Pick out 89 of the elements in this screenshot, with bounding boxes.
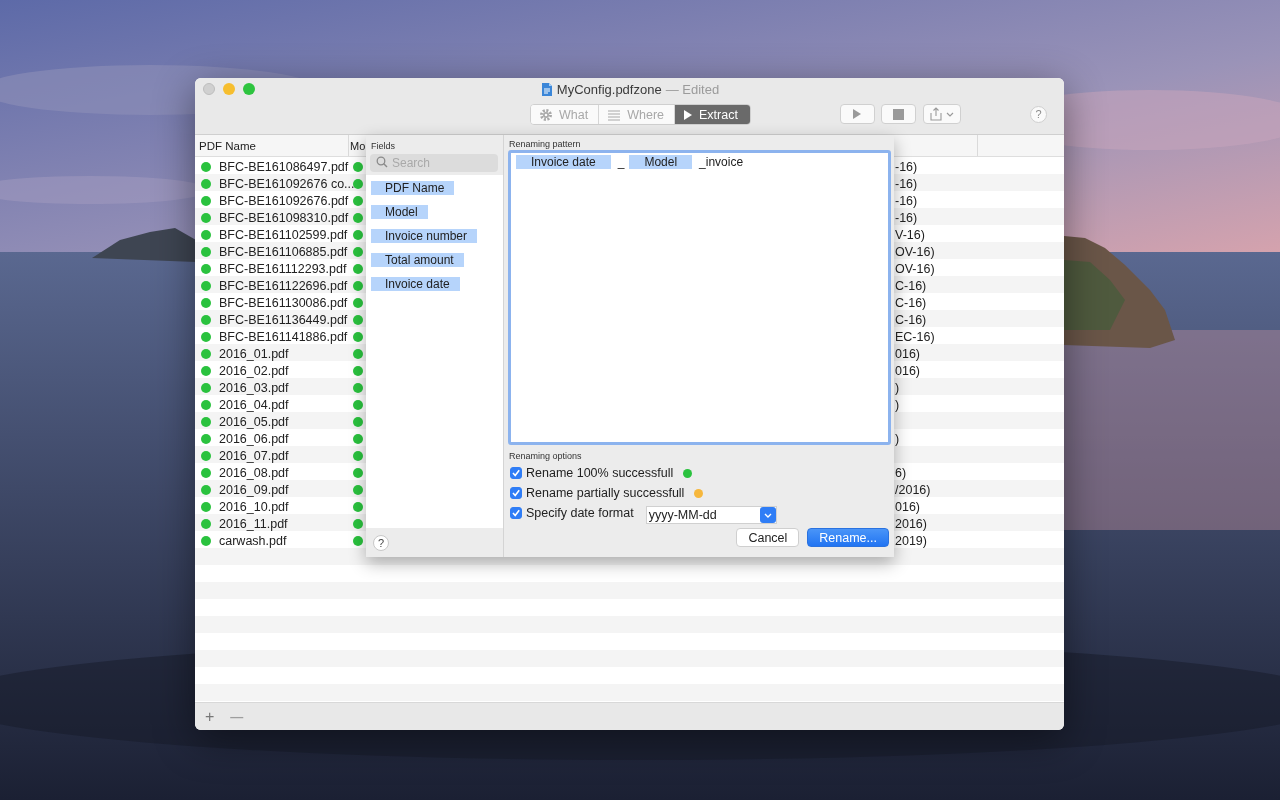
edited-label: — Edited — [665, 81, 720, 97]
field-token[interactable]: Model — [629, 155, 693, 169]
table-cell: 2016_11.pdf — [219, 516, 288, 531]
stop-icon — [892, 108, 904, 120]
table-cell: 2016_09.pdf — [219, 482, 289, 497]
checkbox[interactable] — [510, 507, 522, 519]
table-cell: BFC-BE161102599.pdf — [219, 227, 348, 242]
window-title: MyConfig.pdfzone — [556, 81, 662, 97]
table-cell: BFC-BE161086497.pdf — [219, 159, 349, 174]
table-cell: BFC-BE161106885.pdf — [219, 244, 348, 259]
share-button[interactable] — [922, 104, 961, 124]
play-icon — [683, 108, 693, 121]
play-button[interactable] — [839, 104, 875, 124]
minimize-button[interactable] — [223, 83, 235, 95]
table-cell: 016) — [895, 499, 921, 514]
table-cell: carwash.pdf — [219, 533, 287, 548]
field-token[interactable]: PDF Name — [371, 181, 455, 195]
list-icon — [607, 108, 622, 121]
table-cell: BFC-BE161092676.pdf — [219, 193, 349, 208]
table-cell: BFC-BE161098310.pdf — [219, 210, 349, 225]
date-format-field[interactable]: yyyy-MM-dd — [645, 506, 777, 524]
section-label: Renaming options — [508, 451, 583, 461]
table-cell: 016) — [895, 346, 921, 361]
table-cell: 2016_08.pdf — [219, 465, 289, 480]
table-cell: 2016_01.pdf — [219, 346, 289, 361]
table-cell: 2016_10.pdf — [219, 499, 289, 514]
stop-button[interactable] — [880, 104, 916, 124]
table-cell: BFC-BE161136449.pdf — [219, 312, 348, 327]
table-cell: -16) — [895, 176, 918, 191]
pattern-field[interactable]: Invoice date _ Model _invoice — [508, 150, 891, 445]
pattern-text: _ — [617, 155, 625, 169]
table-cell: -16) — [895, 210, 918, 225]
document-icon — [539, 81, 553, 97]
table-cell: OV-16) — [895, 244, 935, 259]
field-token[interactable]: Model — [371, 205, 428, 219]
table-cell: -16) — [895, 193, 918, 208]
table-cell: ) — [895, 380, 900, 395]
table-cell: C-16) — [895, 312, 927, 327]
checkbox[interactable] — [510, 487, 522, 499]
gear-icon — [539, 107, 553, 122]
rename-button[interactable]: Rename... — [807, 528, 889, 547]
cancel-button[interactable]: Cancel — [736, 528, 800, 547]
share-icon — [929, 107, 942, 121]
close-button[interactable] — [203, 83, 215, 95]
pattern-text: _invoice — [699, 155, 744, 169]
table-cell: 2016_07.pdf — [219, 448, 289, 463]
table-cell: 2016_04.pdf — [219, 397, 289, 412]
table-cell: 016) — [895, 363, 921, 378]
field-token[interactable]: Total amount — [371, 253, 464, 267]
table-cell: C-16) — [895, 278, 927, 293]
table-cell: /2016) — [895, 482, 931, 497]
table-cell: ) — [895, 431, 900, 446]
field-token[interactable]: Invoice date — [516, 155, 611, 169]
checkbox[interactable] — [510, 467, 522, 479]
add-button[interactable]: + — [203, 707, 217, 726]
table-cell: V-16) — [895, 227, 925, 242]
table-cell: EC-16) — [895, 329, 935, 344]
option-label: Rename 100% successfull — [526, 466, 674, 480]
section-label: Renaming pattern — [508, 139, 582, 149]
search-icon — [376, 156, 388, 168]
table-cell: OV-16) — [895, 261, 935, 276]
column-header[interactable]: PDF Name — [195, 135, 349, 156]
table-cell: 2019) — [895, 533, 927, 548]
table-cell: BFC-BE161122696.pdf — [219, 278, 348, 293]
table-cell: C-16) — [895, 295, 927, 310]
option-label: Specify date format — [526, 506, 634, 520]
play-icon — [852, 108, 863, 120]
toolbar-tab[interactable]: Extract — [675, 105, 750, 124]
table-cell: BFC-BE161092676 co... — [219, 176, 355, 191]
table-cell: BFC-BE161130086.pdf — [219, 295, 348, 310]
caret-icon — [945, 111, 954, 117]
option-label: Rename partially successfull — [526, 486, 685, 500]
table-cell: 2016_05.pdf — [219, 414, 289, 429]
table-cell: 2016) — [895, 516, 927, 531]
dropdown-button[interactable] — [759, 507, 776, 523]
zoom-button[interactable] — [243, 83, 255, 95]
table-cell: ) — [895, 397, 900, 412]
table-cell: 2016_02.pdf — [219, 363, 289, 378]
table-cell: BFC-BE161141886.pdf — [219, 329, 348, 344]
table-cell: 6) — [895, 465, 907, 480]
field-token[interactable]: Invoice date — [371, 277, 460, 291]
help-button[interactable]: ? — [373, 534, 389, 551]
section-label: Fields — [370, 141, 396, 151]
table-cell: -16) — [895, 159, 918, 174]
field-token[interactable]: Invoice number — [371, 229, 478, 243]
caret-icon — [763, 512, 772, 518]
table-cell: 2016_03.pdf — [219, 380, 289, 395]
table-cell: BFC-BE161112293.pdf — [219, 261, 347, 276]
table-cell: 2016_06.pdf — [219, 431, 289, 446]
